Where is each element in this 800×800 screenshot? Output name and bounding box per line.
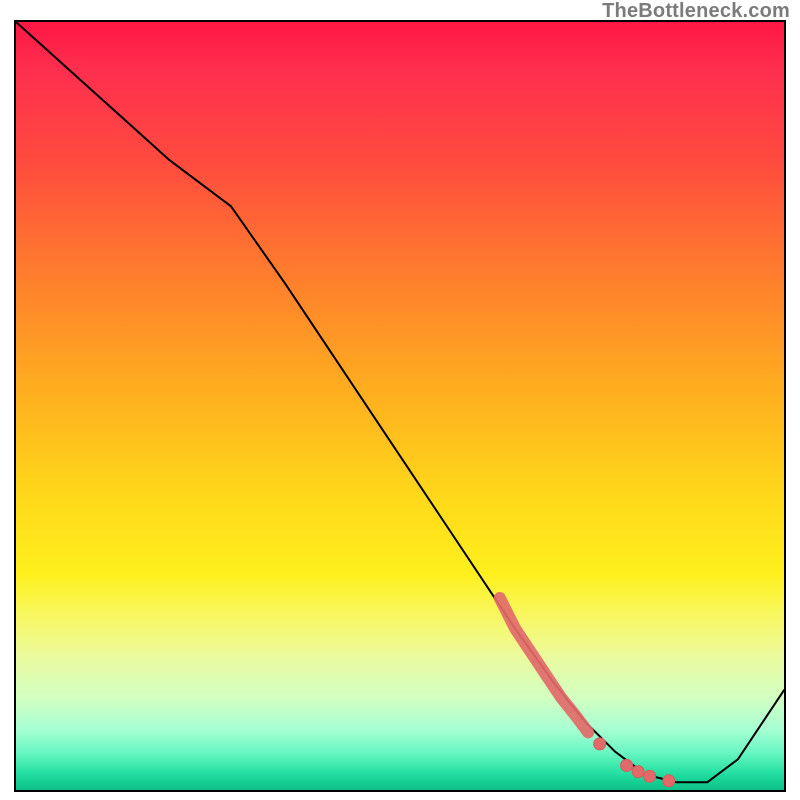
curve-marker [594, 738, 606, 750]
curve-marker [632, 766, 644, 778]
curve-marker [621, 759, 633, 771]
marker-group [594, 738, 675, 787]
bottleneck-curve [16, 22, 784, 782]
curve-marker [644, 770, 656, 782]
plot-area [14, 20, 786, 792]
chart-frame: TheBottleneck.com [0, 0, 800, 800]
highlighted-segment [500, 598, 588, 732]
curve-marker [663, 775, 675, 787]
curve-layer [16, 22, 784, 790]
